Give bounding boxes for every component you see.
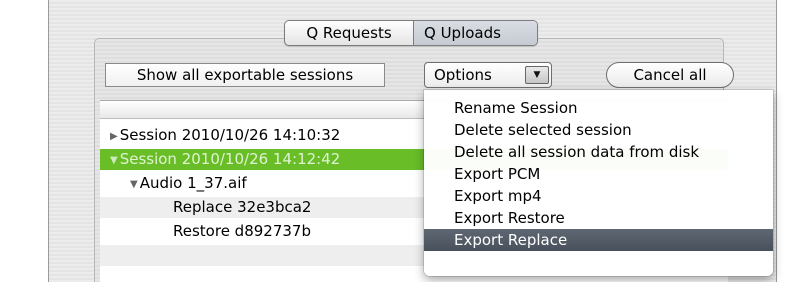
row-label: Session 2010/10/26 14:10:32: [119, 126, 341, 144]
menu-item-delete-all-session-data[interactable]: Delete all session data from disk: [424, 141, 773, 163]
tab-q-uploads[interactable]: Q Uploads: [414, 21, 537, 45]
options-dropdown-menu: Rename Session Delete selected session D…: [424, 90, 773, 276]
menu-item-export-restore[interactable]: Export Restore: [424, 207, 773, 229]
row-label: Replace 32e3bca2: [173, 198, 312, 216]
menu-item-delete-selected-session[interactable]: Delete selected session: [424, 119, 773, 141]
row-label: Session 2010/10/26 14:12:42: [119, 150, 341, 168]
tab-q-requests[interactable]: Q Requests: [285, 21, 414, 45]
chevron-down-icon: ▼: [525, 66, 549, 84]
row-label: Audio 1_37.aif: [139, 174, 247, 192]
show-all-exportable-sessions-button[interactable]: Show all exportable sessions: [105, 63, 385, 87]
cancel-all-button[interactable]: Cancel all: [606, 62, 734, 88]
menu-item-export-mp4[interactable]: Export mp4: [424, 185, 773, 207]
menu-item-rename-session[interactable]: Rename Session: [424, 97, 773, 119]
desktop-background-right: [777, 0, 805, 282]
options-label: Options: [434, 66, 492, 84]
disclosure-expanded-icon[interactable]: ▼: [110, 150, 118, 171]
disclosure-expanded-icon[interactable]: ▼: [130, 174, 138, 195]
menu-item-export-pcm[interactable]: Export PCM: [424, 163, 773, 185]
menu-item-export-replace[interactable]: Export Replace: [424, 229, 773, 251]
queue-tab-control: Q Requests Q Uploads: [284, 20, 538, 46]
options-popup-button[interactable]: Options ▼: [424, 62, 552, 88]
desktop-background-left: [0, 0, 48, 282]
row-label: Restore d892737b: [173, 222, 311, 240]
disclosure-collapsed-icon[interactable]: ▶: [110, 126, 118, 147]
